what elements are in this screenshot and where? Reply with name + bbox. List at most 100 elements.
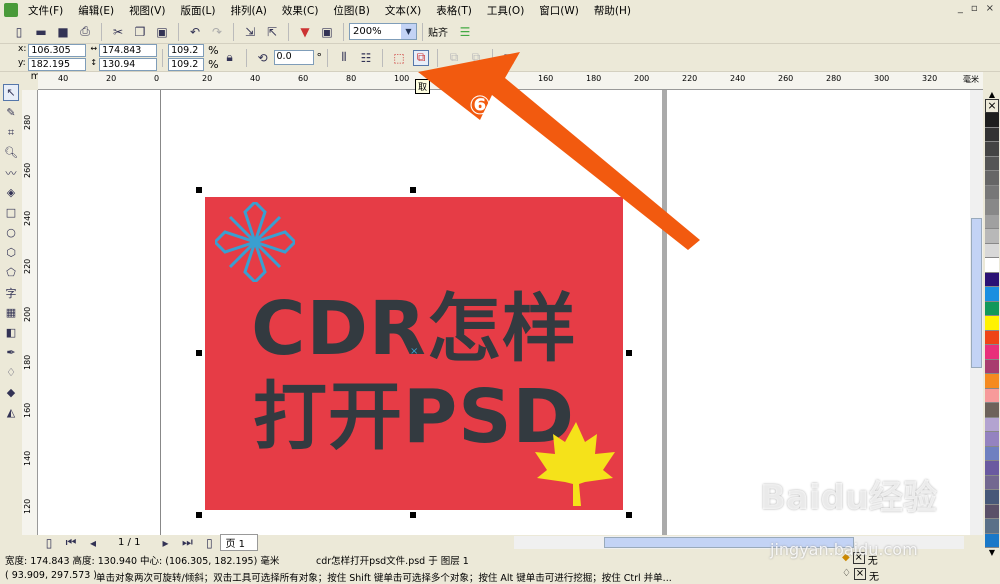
color-swatch[interactable] xyxy=(985,504,999,519)
menu-arrange[interactable]: 排列(A) xyxy=(231,3,267,18)
no-color-swatch[interactable]: ⨯ xyxy=(985,99,999,113)
add-page-after-icon[interactable]: ▯ xyxy=(201,535,217,551)
paste-icon[interactable]: ▣ xyxy=(154,24,170,40)
freehand-tool-icon[interactable]: 〰 xyxy=(3,164,19,181)
color-swatch[interactable] xyxy=(985,475,999,490)
color-swatch[interactable] xyxy=(985,432,999,447)
table-tool-icon[interactable]: ▦ xyxy=(3,304,19,321)
import-icon[interactable]: ⇲ xyxy=(242,24,258,40)
zoom-tool-icon[interactable]: 🔍︎ xyxy=(3,144,19,161)
y-position-field[interactable]: 182.195 mm xyxy=(27,58,86,82)
menu-bitmaps[interactable]: 位图(B) xyxy=(333,3,369,18)
menu-file[interactable]: 文件(F) xyxy=(28,3,63,18)
menu-table[interactable]: 表格(T) xyxy=(436,3,472,18)
width-field[interactable]: 174.843 mm xyxy=(99,44,158,68)
text-tool-icon[interactable]: 字 xyxy=(3,284,19,301)
lock-ratio-icon[interactable]: 🔒︎ xyxy=(222,50,238,66)
color-swatch[interactable] xyxy=(985,345,999,360)
options-icon[interactable]: ☰ xyxy=(457,24,473,40)
menu-help[interactable]: 帮助(H) xyxy=(594,3,631,18)
add-page-icon[interactable]: ▯ xyxy=(41,535,57,551)
palette-scroll-up-icon[interactable]: ▲ xyxy=(989,90,995,99)
last-page-icon[interactable]: ⏭ xyxy=(179,535,195,551)
vertical-ruler[interactable]: 280 260 240 220 200 180 160 140 120 xyxy=(22,90,38,535)
color-swatch[interactable] xyxy=(985,258,999,273)
color-swatch[interactable] xyxy=(985,519,999,534)
outline-indicator[interactable]: ♢ ⨯ 无 xyxy=(842,568,879,583)
color-swatch[interactable] xyxy=(985,214,999,229)
vertical-scroll-thumb[interactable] xyxy=(971,218,982,368)
welcome-screen-icon[interactable]: ▣ xyxy=(319,24,335,40)
interactive-tool-icon[interactable]: ◧ xyxy=(3,324,19,341)
x-position-field[interactable]: 106.305 mm xyxy=(28,44,87,68)
color-swatch[interactable] xyxy=(985,272,999,287)
interactive-fill-icon[interactable]: ◭ xyxy=(3,404,19,421)
selection-handle[interactable] xyxy=(626,187,632,193)
menu-text[interactable]: 文本(X) xyxy=(385,3,421,18)
snap-to-button[interactable]: 贴齐 xyxy=(428,24,448,39)
drawing-canvas[interactable]: CDR怎样 打开PSD × xyxy=(38,90,970,535)
color-swatch[interactable] xyxy=(985,359,999,374)
selection-handle[interactable] xyxy=(626,512,632,518)
color-swatch[interactable] xyxy=(985,229,999,244)
redo-icon[interactable]: ↷ xyxy=(209,24,225,40)
smart-fill-icon[interactable]: ◈ xyxy=(3,184,19,201)
color-swatch[interactable] xyxy=(985,171,999,186)
color-swatch[interactable] xyxy=(985,490,999,505)
minimize-button[interactable]: _ xyxy=(958,3,963,14)
selection-handle[interactable] xyxy=(196,350,202,356)
color-swatch[interactable] xyxy=(985,388,999,403)
color-swatch[interactable] xyxy=(985,461,999,476)
scale-x-field[interactable]: 109.2 xyxy=(168,44,205,57)
color-swatch[interactable] xyxy=(985,301,999,316)
color-swatch[interactable] xyxy=(985,156,999,171)
color-swatch[interactable] xyxy=(985,533,999,548)
selection-handle[interactable] xyxy=(410,512,416,518)
mirror-horizontal-icon[interactable]: ⫴ xyxy=(336,50,352,66)
page-tab[interactable]: 页 1 xyxy=(220,534,258,551)
save-icon[interactable]: ■ xyxy=(55,24,71,40)
group-icon[interactable]: ⬚ xyxy=(391,50,407,66)
ellipse-tool-icon[interactable]: ○ xyxy=(3,224,19,241)
color-swatch[interactable] xyxy=(985,113,999,128)
break-apart-icon[interactable]: ⧉ xyxy=(468,50,484,66)
vertical-scrollbar[interactable] xyxy=(970,90,983,535)
restore-button[interactable]: ▫ xyxy=(971,3,978,14)
color-swatch[interactable] xyxy=(985,243,999,258)
open-icon[interactable]: ▬ xyxy=(33,24,49,40)
selection-handle[interactable] xyxy=(196,187,202,193)
scale-y-field[interactable]: 109.2 xyxy=(168,58,205,71)
chevron-down-icon[interactable]: ▼ xyxy=(401,24,416,39)
polygon-tool-icon[interactable]: ⬡ xyxy=(3,244,19,261)
menu-tools[interactable]: 工具(O) xyxy=(487,3,524,18)
color-swatch[interactable] xyxy=(985,403,999,418)
copy-icon[interactable]: ❐ xyxy=(132,24,148,40)
eyedropper-icon[interactable]: ✒ xyxy=(3,344,19,361)
color-swatch[interactable] xyxy=(985,374,999,389)
height-field[interactable]: 130.94 mm xyxy=(99,58,158,82)
new-icon[interactable]: ▯ xyxy=(11,24,27,40)
mirror-vertical-icon[interactable]: ☷ xyxy=(358,50,374,66)
selection-handle[interactable] xyxy=(410,187,416,193)
crop-tool-icon[interactable]: ⌗ xyxy=(3,124,19,141)
next-page-icon[interactable]: ▸ xyxy=(157,535,173,551)
prev-page-icon[interactable]: ◂ xyxy=(85,535,101,551)
color-swatch[interactable] xyxy=(985,316,999,331)
basic-shapes-icon[interactable]: ⬠ xyxy=(3,264,19,281)
combine-icon[interactable]: ⧉ xyxy=(446,50,462,66)
ungroup-all-icon[interactable]: ⧉ xyxy=(413,49,430,66)
color-swatch[interactable] xyxy=(985,330,999,345)
color-swatch[interactable] xyxy=(985,287,999,302)
color-swatch[interactable] xyxy=(985,185,999,200)
pick-tool-icon[interactable]: ↖ xyxy=(3,84,19,101)
menu-layout[interactable]: 版面(L) xyxy=(180,3,215,18)
palette-scroll-down-icon[interactable]: ▼ xyxy=(989,548,995,557)
menu-window[interactable]: 窗口(W) xyxy=(539,3,579,18)
menu-view[interactable]: 视图(V) xyxy=(129,3,165,18)
first-page-icon[interactable]: ⏮ xyxy=(63,535,79,551)
wrap-text-icon[interactable]: ▤ xyxy=(501,50,517,66)
color-swatch[interactable] xyxy=(985,417,999,432)
close-button[interactable]: × xyxy=(986,3,994,14)
cut-icon[interactable]: ✂ xyxy=(110,24,126,40)
outline-tool-icon[interactable]: ♢ xyxy=(3,364,19,381)
